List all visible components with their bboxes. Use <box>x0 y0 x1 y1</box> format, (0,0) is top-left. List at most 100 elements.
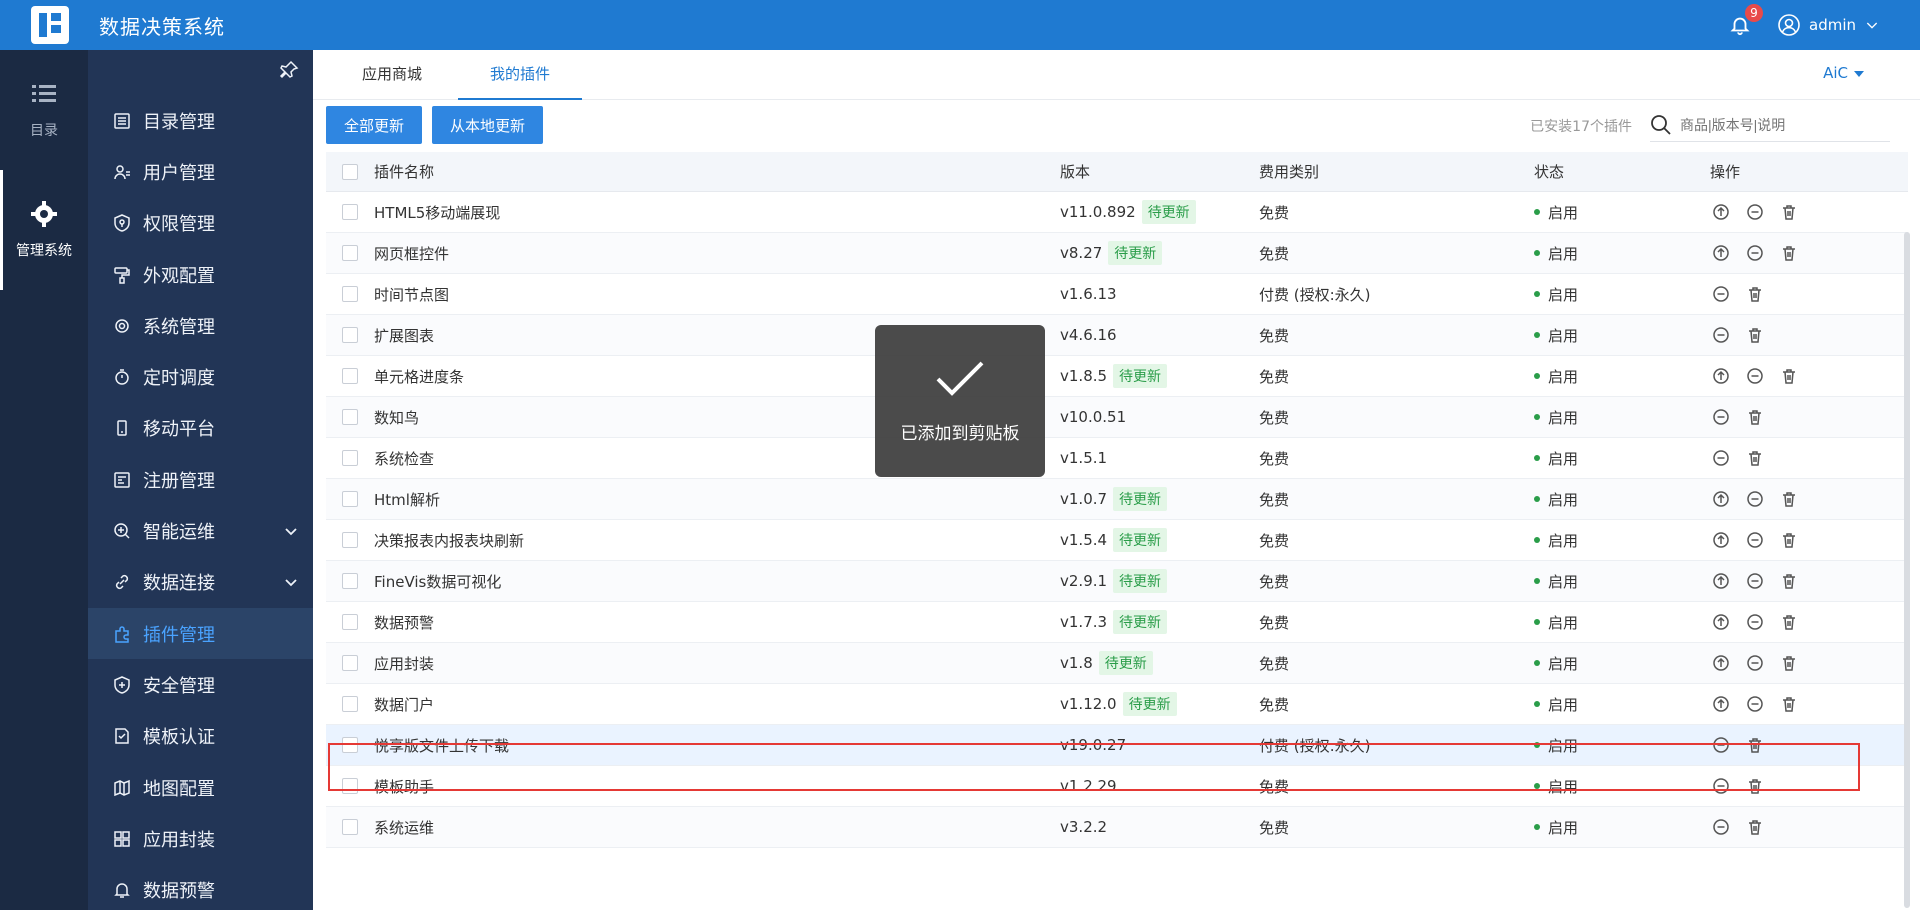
menu-item-data-connection[interactable]: 数据连接 <box>88 557 313 608</box>
row-checkbox[interactable] <box>342 368 358 384</box>
trash-icon[interactable] <box>1744 283 1766 305</box>
notification-bell-icon[interactable]: 9 <box>1729 4 1763 36</box>
row-checkbox[interactable] <box>342 573 358 589</box>
update-icon[interactable] <box>1710 242 1732 264</box>
trash-icon[interactable] <box>1778 652 1800 674</box>
update-icon[interactable] <box>1710 652 1732 674</box>
table-row[interactable]: 系统检查 v1.5.1 免费 启用 <box>326 438 1908 479</box>
menu-item-catalog[interactable]: 目录管理 <box>88 95 313 146</box>
row-checkbox[interactable] <box>342 737 358 753</box>
trash-icon[interactable] <box>1778 529 1800 551</box>
table-row[interactable]: 应用封装 v1.8 待更新 免费 启用 <box>326 643 1908 684</box>
trash-icon[interactable] <box>1778 201 1800 223</box>
update-local-button[interactable]: 从本地更新 <box>432 106 544 144</box>
disable-icon[interactable] <box>1744 242 1766 264</box>
disable-icon[interactable] <box>1710 447 1732 469</box>
search-input[interactable] <box>1680 116 1880 133</box>
trash-icon[interactable] <box>1744 406 1766 428</box>
table-row[interactable]: 网页框控件 v8.27 待更新 免费 启用 <box>326 233 1908 274</box>
table-row[interactable]: 扩展图表 v4.6.16 免费 启用 <box>326 315 1908 356</box>
disable-icon[interactable] <box>1744 652 1766 674</box>
row-checkbox[interactable] <box>342 286 358 302</box>
menu-item-system[interactable]: 系统管理 <box>88 300 313 351</box>
trash-icon[interactable] <box>1778 693 1800 715</box>
table-row[interactable]: 单元格进度条 v1.8.5 待更新 免费 启用 <box>326 356 1908 397</box>
table-row[interactable]: 数据门户 v1.12.0 待更新 免费 启用 <box>326 684 1908 725</box>
row-checkbox[interactable] <box>342 655 358 671</box>
disable-icon[interactable] <box>1744 693 1766 715</box>
disable-icon[interactable] <box>1710 734 1732 756</box>
menu-item-mobile[interactable]: 移动平台 <box>88 403 313 454</box>
menu-item-users[interactable]: 用户管理 <box>88 146 313 197</box>
nav-directory[interactable]: 目录 <box>0 50 88 170</box>
row-checkbox[interactable] <box>342 245 358 261</box>
update-icon[interactable] <box>1710 570 1732 592</box>
user-menu[interactable]: admin <box>1777 13 1880 37</box>
menu-item-app-package[interactable]: 应用封装 <box>88 813 313 864</box>
row-checkbox[interactable] <box>342 614 358 630</box>
menu-item-map[interactable]: 地图配置 <box>88 762 313 813</box>
update-icon[interactable] <box>1710 488 1732 510</box>
trash-icon[interactable] <box>1744 324 1766 346</box>
nav-management[interactable]: 管理系统 <box>0 170 88 290</box>
menu-item-plugins[interactable]: 插件管理 <box>88 607 313 660</box>
menu-item-data-alert[interactable]: 数据预警 <box>88 864 313 910</box>
disable-icon[interactable] <box>1710 816 1732 838</box>
select-all-checkbox[interactable] <box>342 163 358 180</box>
trash-icon[interactable] <box>1778 488 1800 510</box>
update-icon[interactable] <box>1710 693 1732 715</box>
trash-icon[interactable] <box>1778 242 1800 264</box>
trash-icon[interactable] <box>1778 611 1800 633</box>
menu-item-appearance[interactable]: 外观配置 <box>88 249 313 300</box>
disable-icon[interactable] <box>1710 324 1732 346</box>
table-row[interactable]: Html解析 v1.0.7 待更新 免费 启用 <box>326 479 1908 520</box>
trash-icon[interactable] <box>1778 570 1800 592</box>
table-row[interactable]: HTML5移动端展现 v11.0.892 待更新 免费 启用 <box>326 192 1908 233</box>
table-row[interactable]: FineVis数据可视化 v2.9.1 待更新 免费 启用 <box>326 561 1908 602</box>
row-checkbox[interactable] <box>342 696 358 712</box>
table-row[interactable]: 系统运维 v3.2.2 免费 启用 <box>326 807 1908 848</box>
disable-icon[interactable] <box>1710 775 1732 797</box>
disable-icon[interactable] <box>1710 283 1732 305</box>
trash-icon[interactable] <box>1778 365 1800 387</box>
row-checkbox[interactable] <box>342 532 358 548</box>
trash-icon[interactable] <box>1744 816 1766 838</box>
disable-icon[interactable] <box>1710 406 1732 428</box>
pin-icon[interactable] <box>279 60 299 80</box>
table-row[interactable]: 数据预警 v1.7.3 待更新 免费 启用 <box>326 602 1908 643</box>
row-checkbox[interactable] <box>342 491 358 507</box>
tab-app-store[interactable]: 应用商城 <box>330 50 454 100</box>
disable-icon[interactable] <box>1744 488 1766 510</box>
row-checkbox[interactable] <box>342 204 358 220</box>
row-checkbox[interactable] <box>342 819 358 835</box>
table-scrollbar[interactable] <box>1904 232 1910 908</box>
update-icon[interactable] <box>1710 365 1732 387</box>
disable-icon[interactable] <box>1744 365 1766 387</box>
trash-icon[interactable] <box>1744 447 1766 469</box>
aic-dropdown[interactable]: AiC <box>1823 64 1864 82</box>
search-box[interactable] <box>1650 108 1890 142</box>
table-row[interactable]: 数知鸟 v10.0.51 免费 启用 <box>326 397 1908 438</box>
menu-item-template-auth[interactable]: 模板认证 <box>88 711 313 762</box>
table-row[interactable]: 决策报表内报表块刷新 v1.5.4 待更新 免费 启用 <box>326 520 1908 561</box>
table-row[interactable]: 悦享版文件上传下载 v19.0.27 付费 (授权:永久) 启用 <box>326 725 1908 766</box>
disable-icon[interactable] <box>1744 570 1766 592</box>
disable-icon[interactable] <box>1744 201 1766 223</box>
row-checkbox[interactable] <box>342 327 358 343</box>
trash-icon[interactable] <box>1744 775 1766 797</box>
table-row[interactable]: 时间节点图 v1.6.13 付费 (授权:永久) 启用 <box>326 274 1908 315</box>
update-icon[interactable] <box>1710 611 1732 633</box>
disable-icon[interactable] <box>1744 529 1766 551</box>
row-checkbox[interactable] <box>342 778 358 794</box>
update-icon[interactable] <box>1710 529 1732 551</box>
table-row[interactable]: 模板助手 v1.2.29 免费 启用 <box>326 766 1908 807</box>
menu-item-schedule[interactable]: 定时调度 <box>88 351 313 402</box>
menu-item-permissions[interactable]: 权限管理 <box>88 198 313 249</box>
row-checkbox[interactable] <box>342 450 358 466</box>
update-icon[interactable] <box>1710 201 1732 223</box>
update-all-button[interactable]: 全部更新 <box>326 106 423 144</box>
trash-icon[interactable] <box>1744 734 1766 756</box>
menu-item-security[interactable]: 安全管理 <box>88 659 313 710</box>
menu-item-smart-ops[interactable]: 智能运维 <box>88 505 313 556</box>
disable-icon[interactable] <box>1744 611 1766 633</box>
